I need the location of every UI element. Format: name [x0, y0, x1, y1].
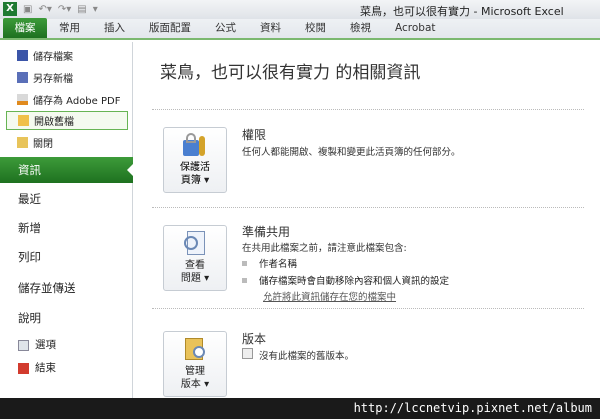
close-folder-icon	[17, 137, 28, 148]
exit-icon	[18, 362, 29, 374]
nav-info[interactable]: 資訊	[0, 157, 134, 183]
nav-exit[interactable]: 結束	[0, 355, 133, 381]
pdf-icon	[17, 94, 28, 105]
print-preview-icon[interactable]: ▤	[77, 4, 86, 15]
close-command[interactable]: 關閉	[6, 133, 128, 152]
nav-print[interactable]: 列印	[0, 244, 133, 270]
version-doc-icon	[242, 348, 253, 359]
protect-workbook-label: 保護活頁簿 ▾	[180, 162, 210, 186]
nav-save-send[interactable]: 儲存並傳送	[0, 275, 133, 301]
watermark-bar: http://lccnetvip.pixnet.net/album	[0, 398, 600, 419]
divider	[152, 308, 584, 309]
options-icon	[18, 339, 29, 351]
backstage-sidebar: 儲存檔案 另存新檔 儲存為 Adobe PDF 開啟舊檔 關閉 資訊 最近 新增…	[0, 42, 134, 398]
prepare-title: 準備共用	[242, 225, 291, 239]
save-command[interactable]: 儲存檔案	[6, 46, 128, 65]
bullet-icon	[242, 277, 247, 283]
tab-acrobat[interactable]: Acrobat	[383, 18, 448, 38]
versions-title: 版本	[242, 332, 267, 346]
nav-help[interactable]: 說明	[0, 305, 133, 331]
lock-key-icon	[181, 132, 209, 158]
ribbon-tabs: 檔案 常用 插入 版面配置 公式 資料 校閱 檢視 Acrobat	[0, 18, 600, 40]
prepare-desc: 在共用此檔案之前，請注意此檔案包含:	[242, 243, 407, 254]
list-item: 作者名稱	[242, 256, 297, 270]
save-as-pdf-command[interactable]: 儲存為 Adobe PDF	[6, 90, 128, 109]
customize-toolbar-icon[interactable]: ▾	[93, 4, 98, 15]
save-as-icon	[17, 72, 28, 83]
window-title: 菜鳥，也可以很有實力 - Microsoft Excel	[360, 5, 564, 18]
excel-logo-icon: X	[3, 2, 17, 16]
list-item: 儲存檔案時會自動移除內容和個人資訊的設定	[242, 273, 449, 287]
bullet-icon	[242, 260, 247, 266]
tab-file[interactable]: 檔案	[3, 18, 47, 38]
save-as-command[interactable]: 另存新檔	[6, 68, 128, 87]
tab-view[interactable]: 檢視	[338, 18, 383, 38]
inspect-document-icon	[181, 230, 209, 256]
watermark-text: http://lccnetvip.pixnet.net/album	[353, 401, 592, 415]
save-icon[interactable]: ▣	[23, 4, 32, 15]
manage-versions-button[interactable]: 管理 版本 ▾	[163, 331, 227, 397]
nav-recent[interactable]: 最近	[0, 186, 133, 212]
info-pane: 菜鳥，也可以很有實力 的相關資訊 保護活 頁簿 ▾ 保護活頁簿 ▾ 權限 任何人…	[134, 42, 600, 398]
tab-home[interactable]: 常用	[47, 18, 92, 38]
permissions-desc: 任何人都能開啟、複製和變更此活頁簿的任何部分。	[242, 147, 461, 158]
tab-formulas[interactable]: 公式	[203, 18, 248, 38]
open-command[interactable]: 開啟舊檔	[6, 111, 128, 130]
divider	[152, 109, 584, 110]
divider	[152, 207, 584, 208]
check-issues-button[interactable]: 查看 問題 ▾	[163, 225, 227, 291]
versions-desc: 沒有此檔案的舊版本。	[242, 348, 354, 362]
redo-icon[interactable]: ↷▾	[58, 4, 71, 15]
quick-access-toolbar: X ▣ ↶▾ ↷▾ ▤ ▾	[3, 2, 98, 16]
nav-new[interactable]: 新增	[0, 215, 133, 241]
open-folder-icon	[18, 115, 29, 126]
tab-insert[interactable]: 插入	[92, 18, 137, 38]
undo-icon[interactable]: ↶▾	[38, 4, 51, 15]
protect-workbook-button[interactable]: 保護活 頁簿 ▾ 保護活頁簿 ▾	[163, 127, 227, 193]
versions-icon	[181, 336, 209, 362]
allow-save-info-link[interactable]: 允許將此資訊儲存在您的檔案中	[263, 289, 396, 303]
save-icon	[17, 50, 28, 61]
tab-review[interactable]: 校閱	[293, 18, 338, 38]
page-title: 菜鳥，也可以很有實力 的相關資訊	[160, 63, 421, 83]
title-bar: X ▣ ↶▾ ↷▾ ▤ ▾ 菜鳥，也可以很有實力 - Microsoft Exc…	[0, 0, 600, 19]
tab-data[interactable]: 資料	[248, 18, 293, 38]
tab-page-layout[interactable]: 版面配置	[137, 18, 203, 38]
permissions-title: 權限	[242, 128, 267, 142]
